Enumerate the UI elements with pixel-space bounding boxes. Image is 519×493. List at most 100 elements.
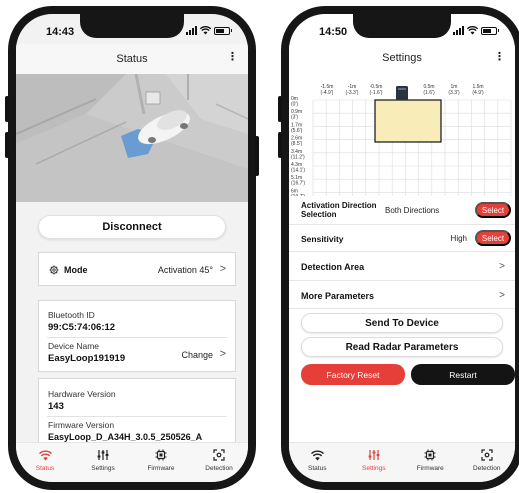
device-name-label: Device Name <box>48 341 100 351</box>
page-title: Status <box>116 53 148 65</box>
sliders-icon <box>97 448 109 462</box>
nav-status[interactable]: Status <box>16 443 74 482</box>
page-title: Settings <box>382 52 422 64</box>
target-icon <box>481 448 493 462</box>
nav-firmware[interactable]: Firmware <box>132 443 190 482</box>
activation-label-line2: Selection <box>301 210 337 219</box>
wifi-icon <box>310 448 324 462</box>
camera-preview <box>16 74 248 202</box>
y-axis-label: (14.1') <box>291 168 305 174</box>
phone-settings: 14:50 Settings ⋮ -1.5m (-4.9') -1m (-3.3') -… <box>278 6 519 490</box>
device-info-card: Bluetooth ID 99:C5:74:06:12 Device Name … <box>38 300 236 372</box>
activation-direction-value: Both Directions <box>385 206 440 215</box>
bottom-nav: Status Settings Firmware Detection <box>16 442 248 482</box>
bottom-nav: Status Settings Firmware Detection <box>289 442 515 482</box>
y-axis-label: (11.2') <box>291 154 305 160</box>
volume-button <box>5 96 9 122</box>
notch <box>353 14 451 38</box>
radar-grid-svg: -1.5m(-4.9')-1m(-3.3')-0.5m(-1.6')0.5m(1… <box>291 84 512 206</box>
hardware-version-label: Hardware Version <box>48 389 116 399</box>
more-parameters-row[interactable]: More Parameters > <box>289 281 515 309</box>
wifi-status-icon <box>200 26 211 35</box>
y-axis-label: (0') <box>291 102 298 108</box>
nav-label: Firmware <box>147 465 175 472</box>
x-axis-label: (3.3') <box>448 90 460 96</box>
nav-label: Detection <box>473 465 501 472</box>
signal-icon <box>186 26 197 35</box>
chip-icon <box>155 448 167 462</box>
mode-label: Mode <box>64 265 88 275</box>
volume-button <box>5 132 9 158</box>
signal-icon <box>453 26 464 35</box>
bluetooth-id-label: Bluetooth ID <box>48 310 95 320</box>
change-device-name-button[interactable]: Change <box>181 350 213 360</box>
x-axis-label: (4.9') <box>472 90 484 96</box>
nav-firmware[interactable]: Firmware <box>402 443 459 482</box>
divider <box>47 337 227 338</box>
volume-button <box>278 96 282 122</box>
power-button <box>255 136 259 176</box>
x-axis-label: (-3.3') <box>346 90 359 96</box>
detection-area-row[interactable]: Detection Area > <box>289 252 515 281</box>
disconnect-button[interactable]: Disconnect <box>38 215 226 239</box>
nav-settings[interactable]: Settings <box>346 443 403 482</box>
detection-area-label: Detection Area <box>301 262 365 272</box>
chevron-right-icon[interactable]: > <box>220 348 226 360</box>
sensitivity-label: Sensitivity <box>301 234 344 244</box>
device-name-block: Device Name EasyLoop191919 <box>48 341 125 364</box>
nav-status[interactable]: Status <box>289 443 346 482</box>
nav-label: Status <box>35 465 55 472</box>
hardware-version-value: 143 <box>48 401 64 412</box>
firmware-version-value: EasyLoop_D_A34H_3.0.5_250526_A <box>48 432 203 442</box>
firmware-version-block: Firmware Version EasyLoop_D_A34H_3.0.5_2… <box>48 420 202 442</box>
chevron-right-icon: > <box>499 261 505 272</box>
more-parameters-label: More Parameters <box>301 291 375 301</box>
radar-sensor-detail <box>398 88 406 90</box>
phone-status: 14:43 Status ⋮ Disconnect Mode Activatio… <box>5 6 259 490</box>
nav-label: Settings <box>362 465 386 472</box>
nav-detection[interactable]: Detection <box>459 443 516 482</box>
restart-button[interactable]: Restart <box>411 364 515 385</box>
factory-reset-button[interactable]: Factory Reset <box>301 364 405 385</box>
activation-label-line1: Activation Direction <box>301 201 377 210</box>
hardware-version-block: Hardware Version 143 <box>48 389 116 412</box>
settings-screen: 14:50 Settings ⋮ -1.5m (-4.9') -1m (-3.3') -… <box>289 14 515 482</box>
select-activation-button[interactable]: Select <box>475 202 511 218</box>
target-icon <box>213 448 225 462</box>
clock: 14:43 <box>46 26 75 38</box>
wifi-icon <box>38 448 52 462</box>
select-sensitivity-button[interactable]: Select <box>475 230 511 246</box>
app-header: Status ⋮ <box>16 44 248 74</box>
system-icons <box>453 26 499 35</box>
y-axis-label: (3') <box>291 115 298 121</box>
notch <box>80 14 184 38</box>
nav-label: Settings <box>91 465 115 472</box>
nav-detection[interactable]: Detection <box>190 443 248 482</box>
x-axis-label: (1.6') <box>423 90 435 96</box>
activation-direction-row: Activation Direction Selection Both Dire… <box>289 196 515 225</box>
read-radar-parameters-button[interactable]: Read Radar Parameters <box>301 337 503 357</box>
wifi-status-icon <box>467 26 478 35</box>
more-menu-icon[interactable]: ⋮ <box>227 52 238 63</box>
activation-direction-label: Activation Direction Selection <box>301 201 377 219</box>
firmware-version-label: Firmware Version <box>48 420 115 430</box>
bluetooth-id-block: Bluetooth ID 99:C5:74:06:12 <box>48 310 115 333</box>
chevron-right-icon: > <box>499 290 505 301</box>
detection-area-zone[interactable] <box>374 99 442 143</box>
more-menu-icon[interactable]: ⋮ <box>494 52 505 63</box>
nav-label: Firmware <box>416 465 444 472</box>
clock: 14:50 <box>319 26 348 38</box>
scene-image <box>16 74 248 202</box>
device-name-value: EasyLoop191919 <box>48 353 126 364</box>
x-axis-label: (-1.6') <box>370 90 383 96</box>
send-to-device-button[interactable]: Send To Device <box>301 313 503 333</box>
sensitivity-row: Sensitivity High Select <box>289 225 515 252</box>
radar-grid[interactable]: -1.5m (-4.9') -1m (-3.3') -0.5m (-1.6') 0.5m (1… <box>289 72 515 206</box>
nav-settings[interactable]: Settings <box>74 443 132 482</box>
divider <box>47 416 227 417</box>
battery-icon <box>481 26 499 35</box>
mode-card[interactable]: Mode Activation 45° > <box>38 252 236 286</box>
nav-label: Status <box>308 465 327 472</box>
status-screen: 14:43 Status ⋮ Disconnect Mode Activatio… <box>16 14 248 482</box>
chip-icon <box>424 448 436 462</box>
